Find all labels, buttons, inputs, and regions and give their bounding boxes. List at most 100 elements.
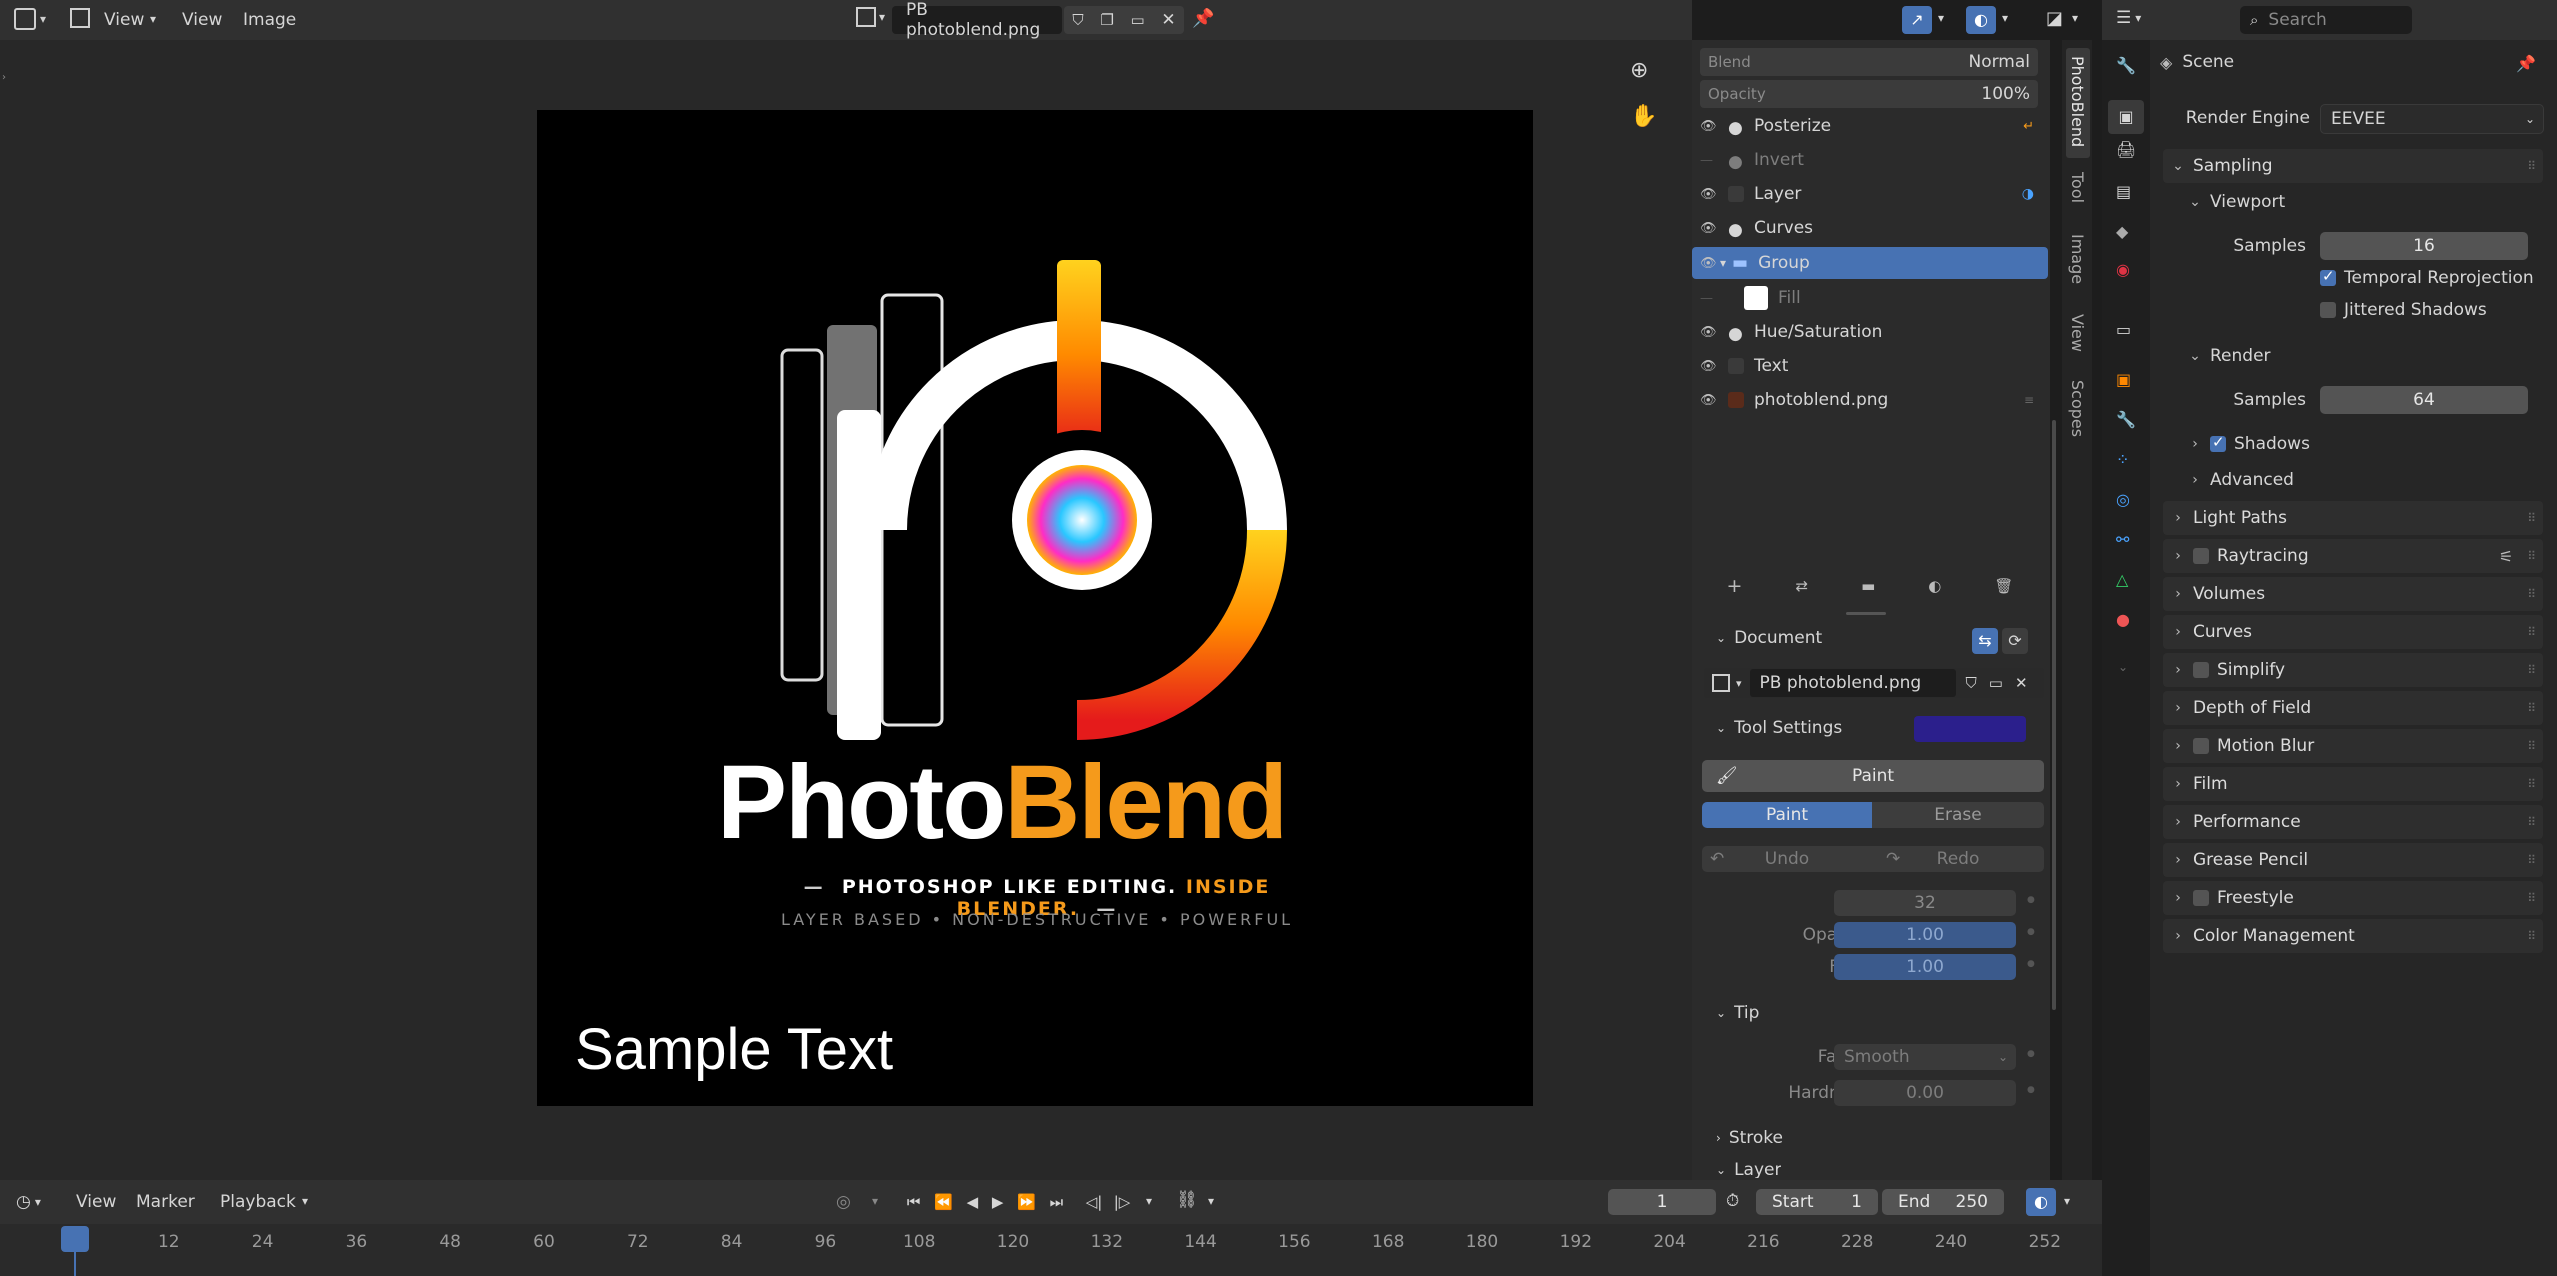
- uv-sync-button[interactable]: ↗: [1902, 6, 1932, 34]
- playhead[interactable]: [61, 1226, 89, 1252]
- constraints-tab-icon[interactable]: ⚯: [2116, 530, 2129, 549]
- drag-grip-icon[interactable]: ⠿: [2527, 777, 2536, 791]
- chevron-down-icon[interactable]: ▾: [2064, 1194, 2070, 1208]
- layer-row-hue-saturation[interactable]: 👁 ● Hue/Saturation: [1692, 315, 2050, 349]
- fake-user-shield-icon[interactable]: ⛉: [1072, 11, 1083, 29]
- overlay-button[interactable]: ◐: [1966, 6, 1996, 34]
- tab-tool[interactable]: Tool: [2068, 172, 2087, 203]
- mode-paint-button[interactable]: Paint: [1702, 802, 1872, 828]
- simplify-panel-header[interactable]: › Simplify ⠿: [2163, 653, 2543, 687]
- menu-view[interactable]: View: [182, 10, 222, 30]
- view-layer-tab-icon[interactable]: ▤: [2116, 182, 2131, 201]
- close-icon[interactable]: ✕: [1161, 10, 1175, 30]
- brush-color-swatch[interactable]: [1914, 716, 2026, 742]
- checkbox-checked-icon[interactable]: [2210, 433, 2226, 452]
- editor-type-button[interactable]: ◷ ▾: [16, 1192, 41, 1212]
- render-subpanel-header[interactable]: ⌄ Render: [2186, 346, 2270, 366]
- light-paths-panel-header[interactable]: › Light Paths ⠿: [2163, 501, 2543, 535]
- pin-icon[interactable]: 📌: [2516, 54, 2536, 73]
- render-tab-icon[interactable]: ▣: [2108, 100, 2144, 134]
- stroke-panel-header[interactable]: › Stroke: [1716, 1128, 1783, 1148]
- size-field[interactable]: 32: [1834, 890, 2016, 916]
- sampling-panel-header[interactable]: ⌄ Sampling ⠿: [2163, 149, 2543, 183]
- mask-icon[interactable]: ◐: [1928, 577, 1941, 595]
- npanel-scrollbar[interactable]: [2052, 420, 2056, 1010]
- toolbar-expand-icon[interactable]: ›: [2, 72, 6, 83]
- eye-icon[interactable]: 👁: [1700, 221, 1720, 236]
- drag-grip-icon[interactable]: ⠿: [2527, 587, 2536, 601]
- image-name-field[interactable]: PB photoblend.png: [892, 0, 1062, 40]
- chevron-down-icon[interactable]: ▾: [1146, 1194, 1152, 1208]
- depth-of-field-panel-header[interactable]: › Depth of Field ⠿: [2163, 691, 2543, 725]
- object-tab-icon[interactable]: ▣: [2116, 370, 2131, 389]
- output-tab-icon[interactable]: 🖨: [2116, 140, 2136, 159]
- document-panel-header[interactable]: ⌄ Document: [1716, 628, 1822, 648]
- layer-row-layer[interactable]: 👁 Layer ◑: [1692, 177, 2050, 211]
- drag-grip-icon[interactable]: ⠿: [2527, 701, 2536, 715]
- tab-image[interactable]: Image: [2068, 234, 2087, 284]
- raytracing-panel-header[interactable]: › Raytracing ⚟ ⠿: [2163, 539, 2543, 573]
- color-management-panel-header[interactable]: › Color Management ⠿: [2163, 919, 2543, 953]
- pressure-dot-icon[interactable]: ●: [2027, 895, 2035, 905]
- image-browse-button[interactable]: ▾: [856, 7, 885, 27]
- data-tab-icon[interactable]: △: [2116, 570, 2128, 589]
- tool-tab-icon[interactable]: 🔧: [2116, 56, 2136, 75]
- image-icon[interactable]: [1712, 674, 1730, 692]
- layer-row-fill[interactable]: — Fill: [1692, 281, 2050, 315]
- editor-type-button[interactable]: ▾: [14, 8, 46, 30]
- folder-icon[interactable]: ▭: [1130, 11, 1144, 29]
- folder-icon[interactable]: ▭: [1989, 674, 2003, 692]
- add-layer-icon[interactable]: +: [1727, 575, 1743, 597]
- drag-grip-icon[interactable]: ⠿: [2527, 891, 2536, 905]
- particles-tab-icon[interactable]: ⁘: [2116, 450, 2129, 469]
- drag-grip-icon[interactable]: ⠿: [2527, 815, 2536, 829]
- close-icon[interactable]: ✕: [2015, 674, 2028, 692]
- layer-row-text[interactable]: 👁 Text: [1692, 349, 2050, 383]
- eye-closed-icon[interactable]: —: [1700, 291, 1720, 306]
- layer-row-group[interactable]: 👁 ▾ ▬ Group: [1692, 247, 2048, 279]
- flow-field[interactable]: 1.00: [1834, 954, 2016, 980]
- end-frame-field[interactable]: End 250: [1882, 1189, 2004, 1215]
- drag-grip-icon[interactable]: ⠿: [2527, 549, 2536, 563]
- chevron-down-icon[interactable]: ⌄: [2118, 660, 2128, 674]
- tab-photoblend[interactable]: PhotoBlend: [2068, 56, 2087, 147]
- checkbox-icon[interactable]: [2193, 890, 2209, 906]
- stopwatch-icon[interactable]: ⏱: [1726, 1191, 1739, 1211]
- properties-search[interactable]: ⌕ Search: [2240, 6, 2412, 34]
- checkbox-icon[interactable]: [2193, 548, 2209, 564]
- auto-keying-icon[interactable]: ⛓: [1176, 1190, 1198, 1210]
- pressure-dot-icon[interactable]: ●: [2027, 927, 2035, 937]
- drag-grip-icon[interactable]: ⠿: [2527, 159, 2536, 173]
- eye-icon[interactable]: 👁: [1700, 359, 1720, 374]
- collection-tab-icon[interactable]: ▭: [2116, 320, 2131, 339]
- motion-blur-panel-header[interactable]: › Motion Blur ⠿: [2163, 729, 2543, 763]
- material-tab-icon[interactable]: ●: [2116, 610, 2130, 629]
- pan-hand-icon[interactable]: ✋: [1630, 104, 1657, 129]
- layer-row-invert[interactable]: — ● Invert: [1692, 143, 2050, 177]
- drag-grip-icon[interactable]: ⠿: [2527, 663, 2536, 677]
- timeline-menu-view[interactable]: View: [76, 1192, 116, 1212]
- layer-opacity-field[interactable]: Opacity 100%: [1700, 80, 2038, 108]
- film-panel-header[interactable]: › Film ⠿: [2163, 767, 2543, 801]
- display-channels-icon[interactable]: ◪: [2046, 8, 2063, 29]
- shadows-subpanel-header[interactable]: › Shadows: [2186, 433, 2310, 454]
- next-keyframe-icon[interactable]: ⏩: [1017, 1193, 1036, 1211]
- pressure-dot-icon[interactable]: ●: [2027, 1049, 2035, 1059]
- pin-icon[interactable]: 📌: [1192, 8, 1214, 29]
- viewport-samples-field[interactable]: 16: [2320, 232, 2528, 260]
- view-mode-dropdown[interactable]: [70, 8, 90, 28]
- next-jump-icon[interactable]: |▷: [1114, 1193, 1131, 1211]
- eye-icon[interactable]: 👁: [1700, 393, 1720, 408]
- adjustment-layer-icon[interactable]: ⇄: [1795, 577, 1808, 595]
- current-frame-field[interactable]: 1: [1608, 1189, 1716, 1215]
- sync-view-icon[interactable]: ⇆: [1972, 628, 1998, 654]
- image-canvas[interactable]: PhotoBlend — PHOTOSHOP LIKE EDITING. INS…: [537, 110, 1533, 1106]
- prev-jump-icon[interactable]: ◁|: [1086, 1193, 1103, 1211]
- drag-grip-icon[interactable]: ⠿: [2527, 625, 2536, 639]
- checkbox-icon[interactable]: [2193, 662, 2209, 678]
- performance-panel-header[interactable]: › Performance ⠿: [2163, 805, 2543, 839]
- render-samples-field[interactable]: 64: [2320, 386, 2528, 414]
- eye-icon[interactable]: 👁: [1700, 187, 1720, 202]
- drag-grip-icon[interactable]: ⠿: [2527, 929, 2536, 943]
- undo-button[interactable]: ↶ Undo: [1702, 846, 1872, 872]
